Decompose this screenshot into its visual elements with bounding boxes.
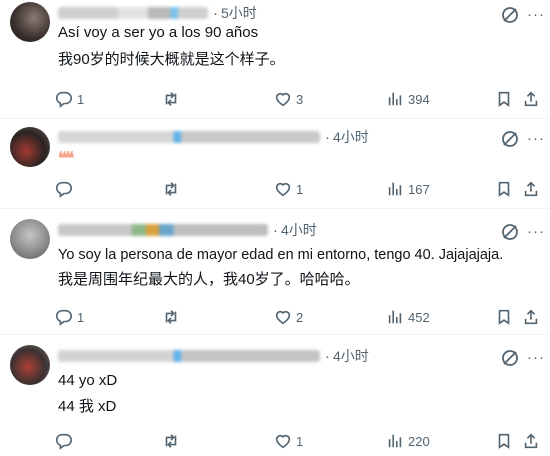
like-icon	[275, 434, 291, 449]
bookmark-icon	[498, 433, 510, 449]
share-icon	[524, 181, 538, 197]
action-bar: 1 2 452	[50, 307, 538, 327]
grok-icon[interactable]	[500, 129, 520, 149]
reply-card-3[interactable]: · 4小时 ··· Yo soy la persona de mayor eda…	[0, 209, 550, 334]
reply-icon	[55, 309, 72, 326]
action-bar: 1 3 394	[50, 89, 538, 109]
avatar[interactable]	[10, 219, 50, 259]
reply-header: · 4小时	[58, 127, 369, 147]
views-icon	[388, 434, 402, 448]
repost-button[interactable]	[162, 89, 184, 109]
repost-icon	[165, 92, 177, 106]
avatar[interactable]	[10, 345, 50, 385]
repost-icon	[165, 182, 177, 196]
reply-button[interactable]	[55, 431, 77, 451]
grok-icon[interactable]	[500, 348, 520, 368]
like-button[interactable]: 1	[274, 179, 303, 199]
more-icon[interactable]: ···	[527, 129, 547, 149]
reply-card-2[interactable]: · 4小时 ··· ❝❝ 1 167	[0, 119, 550, 208]
share-icon	[524, 433, 538, 449]
grok-icon[interactable]	[500, 222, 520, 242]
views-button[interactable]: 452	[386, 307, 430, 327]
like-button[interactable]: 1	[274, 431, 303, 451]
avatar[interactable]	[10, 2, 50, 42]
separator-dot: ·	[325, 128, 330, 146]
reply-text-original: Yo soy la persona de mayor edad en mi en…	[58, 247, 504, 263]
reply-text-translation: 我是周围年纪最大的人，我40岁了。哈哈哈。	[58, 271, 360, 288]
reply-text-translation: 我90岁的时候大概就是这个样子。	[58, 51, 285, 68]
like-button[interactable]: 2	[274, 307, 303, 327]
grok-icon[interactable]	[500, 5, 520, 25]
share-icon	[524, 309, 538, 325]
action-bar: 1 220	[50, 431, 538, 451]
like-icon	[275, 310, 291, 325]
repost-icon	[165, 310, 177, 324]
reply-button[interactable]: 1	[55, 89, 84, 109]
repost-button[interactable]	[162, 431, 184, 451]
views-icon	[388, 182, 402, 196]
share-button[interactable]	[522, 89, 540, 109]
reply-button[interactable]	[55, 179, 77, 199]
views-button[interactable]: 394	[386, 89, 430, 109]
reply-icon	[55, 433, 72, 450]
reply-card-4[interactable]: · 4小时 ··· 44 yo xD 44 我 xD 1 220	[0, 335, 550, 456]
timestamp[interactable]: 4小时	[333, 346, 369, 366]
share-button[interactable]	[522, 431, 540, 451]
reply-feed: · 5小时 ··· Así voy a ser yo a los 90 años…	[0, 0, 550, 456]
like-icon	[275, 92, 291, 107]
views-icon	[388, 92, 402, 106]
reply-icon	[55, 91, 72, 108]
share-icon	[524, 91, 538, 107]
author-name-redacted[interactable]	[58, 131, 320, 143]
separator-dot: ·	[325, 347, 330, 365]
author-name-redacted[interactable]	[58, 7, 208, 19]
repost-button[interactable]	[162, 307, 184, 327]
separator-dot: ·	[213, 4, 218, 22]
reply-text-translation: 44 我 xD	[58, 398, 117, 415]
reply-header: · 4小时	[58, 220, 317, 240]
reply-text-original: Así voy a ser yo a los 90 años	[58, 24, 259, 41]
reply-text-original: 44 yo xD	[58, 372, 118, 389]
more-icon[interactable]: ···	[527, 5, 547, 25]
views-button[interactable]: 220	[386, 431, 430, 451]
timestamp[interactable]: 4小时	[281, 220, 317, 240]
separator-dot: ·	[273, 221, 278, 239]
bookmark-icon	[498, 309, 510, 325]
views-button[interactable]: 167	[386, 179, 430, 199]
more-icon[interactable]: ···	[527, 222, 547, 242]
reply-card-1[interactable]: · 5小时 ··· Así voy a ser yo a los 90 años…	[0, 0, 550, 118]
bookmark-button[interactable]	[495, 307, 513, 327]
share-button[interactable]	[522, 179, 540, 199]
reply-button[interactable]: 1	[55, 307, 84, 327]
share-button[interactable]	[522, 307, 540, 327]
bookmark-button[interactable]	[495, 179, 513, 199]
author-name-redacted[interactable]	[58, 350, 320, 362]
bookmark-icon	[498, 91, 510, 107]
like-button[interactable]: 3	[274, 89, 303, 109]
emoji-reaction: ❝❝	[58, 149, 74, 169]
bookmark-button[interactable]	[495, 89, 513, 109]
bookmark-button[interactable]	[495, 431, 513, 451]
timestamp[interactable]: 5小时	[221, 3, 257, 23]
author-name-redacted[interactable]	[58, 224, 268, 236]
views-icon	[388, 310, 402, 324]
reply-header: · 5小时	[58, 3, 257, 23]
more-icon[interactable]: ···	[527, 348, 547, 368]
bookmark-icon	[498, 181, 510, 197]
like-icon	[275, 182, 291, 197]
reply-icon	[55, 181, 72, 198]
reply-header: · 4小时	[58, 346, 369, 366]
repost-icon	[165, 434, 177, 448]
timestamp[interactable]: 4小时	[333, 127, 369, 147]
avatar[interactable]	[10, 127, 50, 167]
repost-button[interactable]	[162, 179, 184, 199]
action-bar: 1 167	[50, 179, 538, 199]
